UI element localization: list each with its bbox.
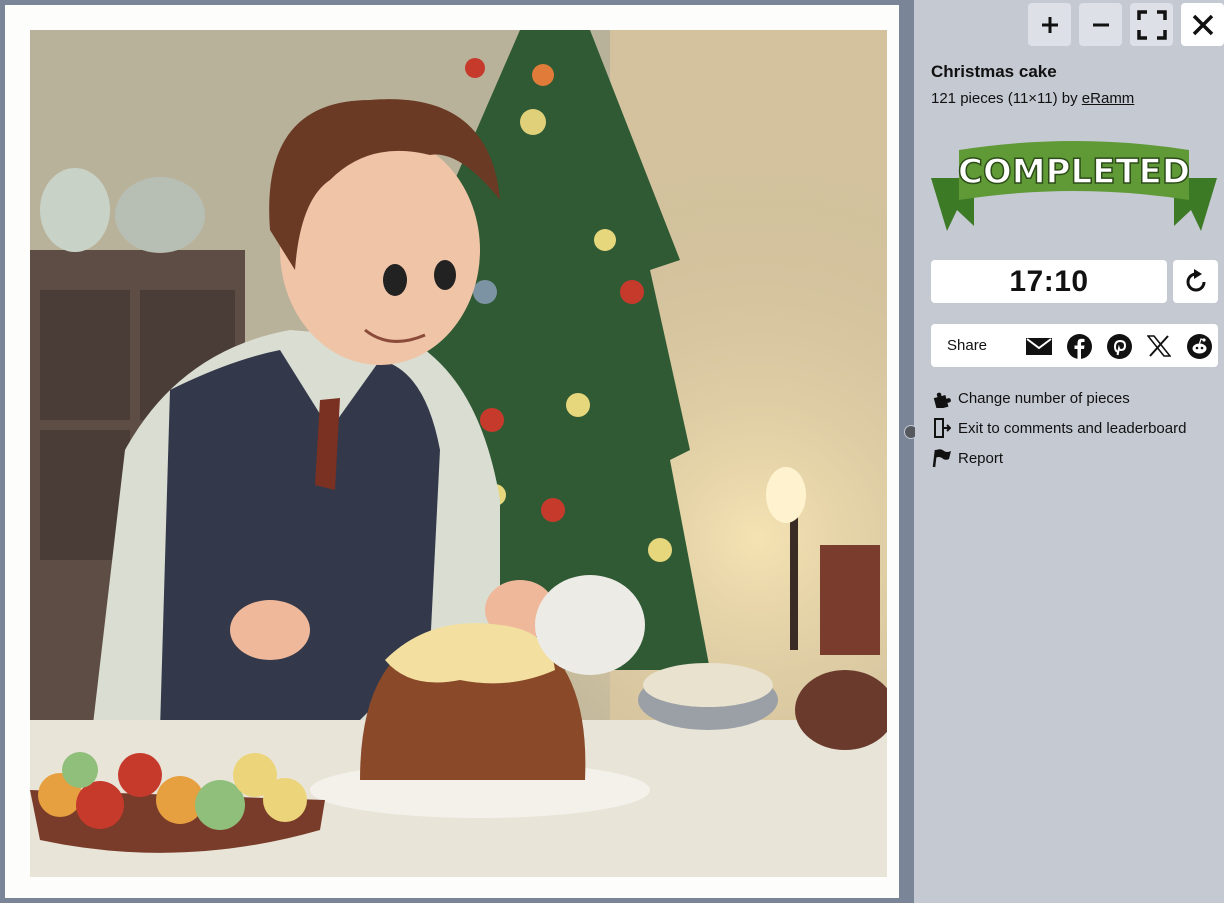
restart-button[interactable]	[1173, 260, 1218, 303]
restart-icon	[1186, 268, 1205, 291]
pieces-count: 121 pieces (11×11) by	[931, 90, 1082, 107]
timer: 17:10	[931, 260, 1167, 303]
share-email-button[interactable]	[1026, 333, 1052, 359]
share-bar: Share	[931, 324, 1218, 367]
exit-door-icon	[931, 417, 953, 439]
exit-to-comments-label: Exit to comments and leaderboard	[958, 419, 1187, 437]
share-facebook-button[interactable]	[1066, 333, 1092, 359]
puzzle-frame	[5, 5, 899, 898]
sidebar: Christmas cake 121 pieces (11×11) by eRa…	[915, 0, 1224, 903]
zoom-in-button[interactable]	[1028, 3, 1071, 46]
change-pieces-link[interactable]: Change number of pieces	[931, 387, 1130, 409]
reddit-icon	[1186, 333, 1212, 359]
facebook-icon	[1066, 333, 1092, 359]
puzzle-meta: 121 pieces (11×11) by eRamm	[931, 90, 1134, 107]
x-icon	[1147, 335, 1171, 357]
zoom-out-button[interactable]	[1079, 3, 1122, 46]
close-icon	[1192, 14, 1213, 35]
report-label: Report	[958, 449, 1004, 467]
zoom-in-icon	[1041, 16, 1058, 33]
puzzle-board	[0, 0, 914, 903]
completed-badge-text: COMPLETED	[958, 152, 1190, 192]
puzzle-piece-icon	[931, 387, 953, 409]
share-x-button[interactable]	[1146, 333, 1172, 359]
pinterest-icon	[1106, 333, 1132, 359]
author-link[interactable]: eRamm	[1082, 90, 1135, 107]
fullscreen-icon	[1136, 9, 1167, 40]
share-pinterest-button[interactable]	[1106, 333, 1132, 359]
zoom-out-icon	[1092, 23, 1109, 26]
puzzle-image	[30, 30, 887, 877]
share-reddit-button[interactable]	[1186, 333, 1212, 359]
fullscreen-button[interactable]	[1130, 3, 1173, 46]
share-label: Share	[947, 337, 988, 354]
flag-icon	[931, 447, 953, 469]
completed-badge: COMPLETED	[931, 141, 1217, 231]
exit-to-comments-link[interactable]: Exit to comments and leaderboard	[931, 417, 1186, 439]
change-pieces-label: Change number of pieces	[958, 389, 1130, 407]
mail-icon	[1026, 338, 1052, 355]
close-button[interactable]	[1181, 3, 1224, 46]
report-link[interactable]: Report	[931, 447, 1003, 469]
puzzle-title: Christmas cake	[931, 62, 1057, 81]
